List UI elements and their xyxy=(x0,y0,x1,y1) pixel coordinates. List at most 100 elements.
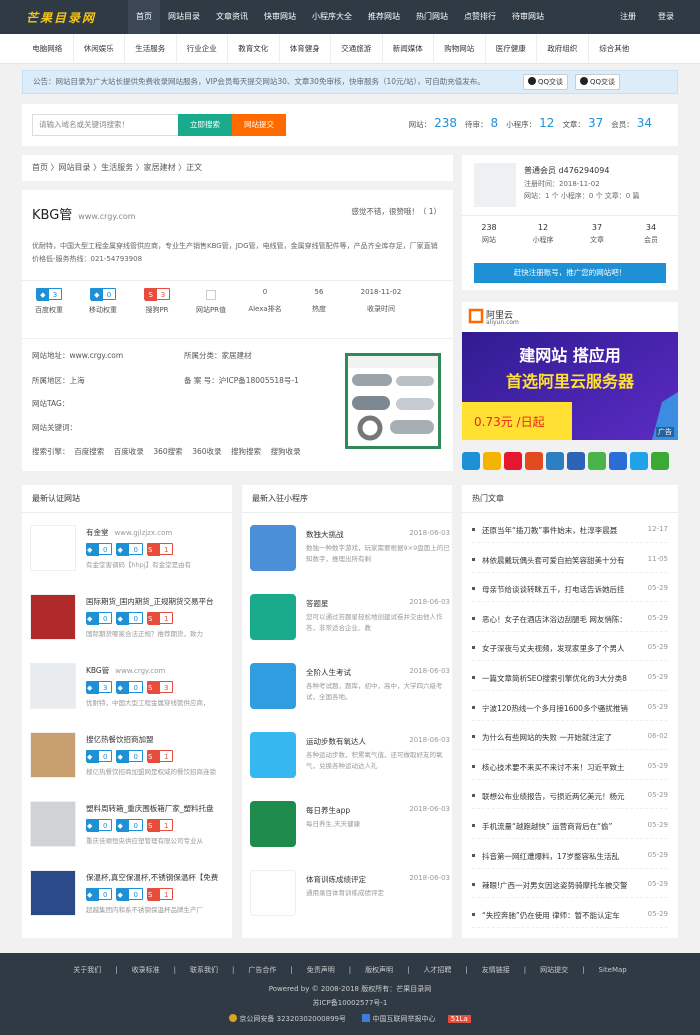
aliyun-ad-banner[interactable]: 阿里云 aliyun.com 建网站 搭应用 首选阿里云服务器 0.73元 /日… xyxy=(462,302,678,440)
category-item[interactable]: 体育健身 xyxy=(280,34,331,64)
article-title[interactable]: 抖音第一网红遭爆料，17岁整容私生活乱 xyxy=(482,851,632,862)
share-tqq-icon[interactable] xyxy=(525,452,543,470)
item-title[interactable]: 塑料周转箱_重庆围板箱厂家_塑料托盘 xyxy=(86,803,220,814)
submit-site-button[interactable]: 网站提交 xyxy=(232,114,286,136)
item-title[interactable]: 国际期货_国内期货_正规期货交易平台 xyxy=(86,596,220,607)
category-item[interactable]: 政府组织 xyxy=(537,34,589,64)
share-plus-icon[interactable] xyxy=(462,452,480,470)
qq-chat-button[interactable]: QQ交谈 xyxy=(575,74,621,90)
site-address[interactable]: 网站地址：www.crgy.com xyxy=(32,350,123,361)
article-item[interactable]: 母亲节给谈谈转眯五千，打电话告诉她后挂 05-29 xyxy=(472,576,668,603)
register-promo-button[interactable]: 赶快注册账号，推广您的网站吧！ xyxy=(474,263,666,283)
site-url[interactable]: www.crgy.com xyxy=(78,212,135,221)
mini-program-name[interactable]: 运动步数有氧达人 xyxy=(306,736,366,747)
site-thumbnail[interactable] xyxy=(30,594,76,640)
article-item[interactable]: 恶心！女子在酒店沐浴边刮腿毛 网友悄陈： 05-29 xyxy=(472,606,668,632)
footer-link[interactable]: SiteMap xyxy=(599,966,627,974)
mini-program-item[interactable]: 答题星 2018-06-03 您可以通过答题星轻松地创建试卷并交由他人作答，非常适合… xyxy=(250,594,450,654)
share-baidu-icon[interactable] xyxy=(609,452,627,470)
article-item[interactable]: 女子深夜与丈夫视频，发现家里多了个男人 05-29 xyxy=(472,635,668,662)
article-title[interactable]: “失控奔驰”仍在使用 律师：暂不能认定车 xyxy=(482,910,632,921)
site-thumbnail[interactable] xyxy=(30,663,76,709)
article-item[interactable]: 宁波120热线一个多月接1600多个骚扰推销 05-29 xyxy=(472,695,668,721)
category-item[interactable]: 医疗健康 xyxy=(486,34,537,64)
item-name[interactable]: 国际期货_国内期货_正规期货交易平台 xyxy=(86,597,214,606)
mini-program-icon[interactable] xyxy=(250,732,296,778)
nav-home[interactable]: 首页 xyxy=(128,0,160,34)
nav-likes-rank[interactable]: 点赞排行 xyxy=(456,0,504,34)
vote-text[interactable]: 感觉不错，很赞哦！（ 1） xyxy=(351,206,441,217)
list-item[interactable]: 塑料周转箱_重庆围板箱厂家_塑料托盘 ◆ 0 ◆ 0 S 1 重庆佳顺恒央供应塑管理有限公司专… xyxy=(30,801,230,861)
article-item[interactable]: 联想公布业绩报告，亏损近两亿美元！杨元 05-29 xyxy=(472,783,668,810)
article-title[interactable]: 一篇文章简析SEO搜索引擎优化的3大分类8 xyxy=(482,673,632,684)
share-qq-icon[interactable] xyxy=(630,452,648,470)
user-name[interactable]: 普通会员 d476294094 xyxy=(524,165,609,176)
site-thumbnail[interactable] xyxy=(30,732,76,778)
register-link[interactable]: 注册 xyxy=(620,0,636,34)
mini-program-icon[interactable] xyxy=(250,594,296,640)
site-thumbnail[interactable] xyxy=(30,801,76,847)
article-title[interactable]: 为什么有些网站的失败 一开始就注定了 xyxy=(482,732,632,743)
mini-program-name[interactable]: 每日养生app xyxy=(306,805,350,816)
footer-link[interactable]: 网站提交 xyxy=(540,966,568,974)
article-item[interactable]: “失控奔驰”仍在使用 律师：暂不能认定车 05-29 xyxy=(472,902,668,928)
mini-program-name[interactable]: 答题星 xyxy=(306,598,329,609)
category-item[interactable]: 交通旅游 xyxy=(331,34,383,64)
footer-link[interactable]: 联系我们 xyxy=(190,966,218,974)
share-clover-icon[interactable] xyxy=(651,452,669,470)
footer-link[interactable]: 人才招聘 xyxy=(423,966,451,974)
search-input[interactable]: 请输入域名或关键词搜索！ xyxy=(32,114,200,136)
footer-link[interactable]: 收录标准 xyxy=(132,966,160,974)
category-item[interactable]: 购物网站 xyxy=(434,34,486,64)
list-item[interactable]: 搜亿热餐饮招商加盟 ◆ 0 ◆ 0 S 1 搜亿热餐饮招商加盟网是权威的餐饮招商连锁 xyxy=(30,732,230,792)
share-qzone-icon[interactable] xyxy=(483,452,501,470)
icp-number[interactable]: 苏ICP备10002577号-1 xyxy=(0,998,700,1008)
mini-program-item[interactable]: 运动步数有氧达人 2018-06-03 各种运动步数，积累氧气值，还可做取好友的氧气… xyxy=(250,732,450,792)
item-name[interactable]: KBG管 xyxy=(86,666,109,675)
article-title[interactable]: 宁波120热线一个多月接1600多个骚扰推销 xyxy=(482,703,632,714)
article-title[interactable]: 恶心！女子在酒店沐浴边刮腿毛 网友悄陈： xyxy=(482,614,632,625)
nav-articles[interactable]: 文章资讯 xyxy=(208,0,256,34)
item-name[interactable]: 搜亿热餐饮招商加盟 xyxy=(86,735,154,744)
article-title[interactable]: 还原当年“插刀教”事件始末，杜淳李晨聂 xyxy=(482,525,632,536)
list-item[interactable]: 有金堂 www.gjlzjzx.com ◆ 0 ◆ 0 S 1 有金堂害调码【hhpj】有金堂是… xyxy=(30,525,230,585)
nav-directory[interactable]: 网站目录 xyxy=(160,0,208,34)
item-name[interactable]: 保温杯,真空保温杯,不锈钢保温杯【免费 xyxy=(86,873,218,882)
article-title[interactable]: 联想公布业绩报告，亏损近两亿美元！杨元 xyxy=(482,791,632,802)
report-center-link[interactable]: 中国互联网举报中心 xyxy=(372,1015,435,1023)
site-thumbnail[interactable] xyxy=(30,870,76,916)
mini-program-item[interactable]: 每日养生app 2018-06-03 每日养生,天天健康 xyxy=(250,801,450,861)
search-button[interactable]: 立即搜索 xyxy=(178,114,232,136)
item-name[interactable]: 塑料周转箱_重庆围板箱厂家_塑料托盘 xyxy=(86,804,214,813)
site-category[interactable]: 所属分类：家居建材 xyxy=(184,350,252,361)
list-item[interactable]: 保温杯,真空保温杯,不锈钢保温杯【免费 ◆ 0 ◆ 0 S 1 超越集团内和系不锈钢保温杯品牌… xyxy=(30,870,230,930)
breadcrumb[interactable]: 首页 〉网站目录 〉生活服务 〉家居建材 〉正文 xyxy=(22,155,453,181)
qq-chat-button[interactable]: QQ交谈 xyxy=(523,74,569,90)
category-item[interactable]: 行业企业 xyxy=(177,34,228,64)
article-title[interactable]: 林依晨戴玩偶头套可爱自拍笑容甜美十分有 xyxy=(482,555,632,566)
article-item[interactable]: 林依晨戴玩偶头套可爱自拍笑容甜美十分有 11-05 xyxy=(472,547,668,573)
list-item[interactable]: 国际期货_国内期货_正规期货交易平台 ◆ 0 ◆ 0 S 1 国际期货哪家合法正规？推荐期货，… xyxy=(30,594,230,654)
mini-program-icon[interactable] xyxy=(250,663,296,709)
nav-recommended[interactable]: 推荐网站 xyxy=(360,0,408,34)
article-title[interactable]: 女子深夜与丈夫视频，发现家里多了个男人 xyxy=(482,643,632,654)
stats-51la-badge[interactable]: 51La xyxy=(447,1015,471,1023)
avatar[interactable] xyxy=(474,163,516,207)
article-item[interactable]: 辣眼!广西一对男女因这姿势骑摩托车被交警 05-29 xyxy=(472,872,668,899)
mini-program-item[interactable]: 体育训练成绩评定 2018-06-03 通用录目体育训练成绩评定 xyxy=(250,870,450,930)
article-title[interactable]: 手机流量“越跑越快” 运营商背后在“偷” xyxy=(482,821,632,832)
share-wechat-icon[interactable] xyxy=(588,452,606,470)
item-name[interactable]: 有金堂 xyxy=(86,528,109,537)
police-record[interactable]: 京公网安备 32320302000899号 xyxy=(239,1015,346,1023)
mini-program-icon[interactable] xyxy=(250,870,296,916)
share-people-icon[interactable] xyxy=(567,452,585,470)
item-title[interactable]: 搜亿热餐饮招商加盟 xyxy=(86,734,160,745)
mini-program-item[interactable]: 全阶人生考试 2018-06-03 各种考试题，题库，初中，高中，大学四六级考试，全… xyxy=(250,663,450,723)
category-item[interactable]: 教育文化 xyxy=(228,34,280,64)
article-item[interactable]: 核心技术要不来买不来讨不来！习近平致土 05-29 xyxy=(472,754,668,780)
category-item[interactable]: 生活服务 xyxy=(125,34,177,64)
item-title[interactable]: 有金堂 www.gjlzjzx.com xyxy=(86,527,172,538)
mini-program-icon[interactable] xyxy=(250,801,296,847)
share-renren-icon[interactable] xyxy=(546,452,564,470)
login-link[interactable]: 登录 xyxy=(658,0,674,34)
